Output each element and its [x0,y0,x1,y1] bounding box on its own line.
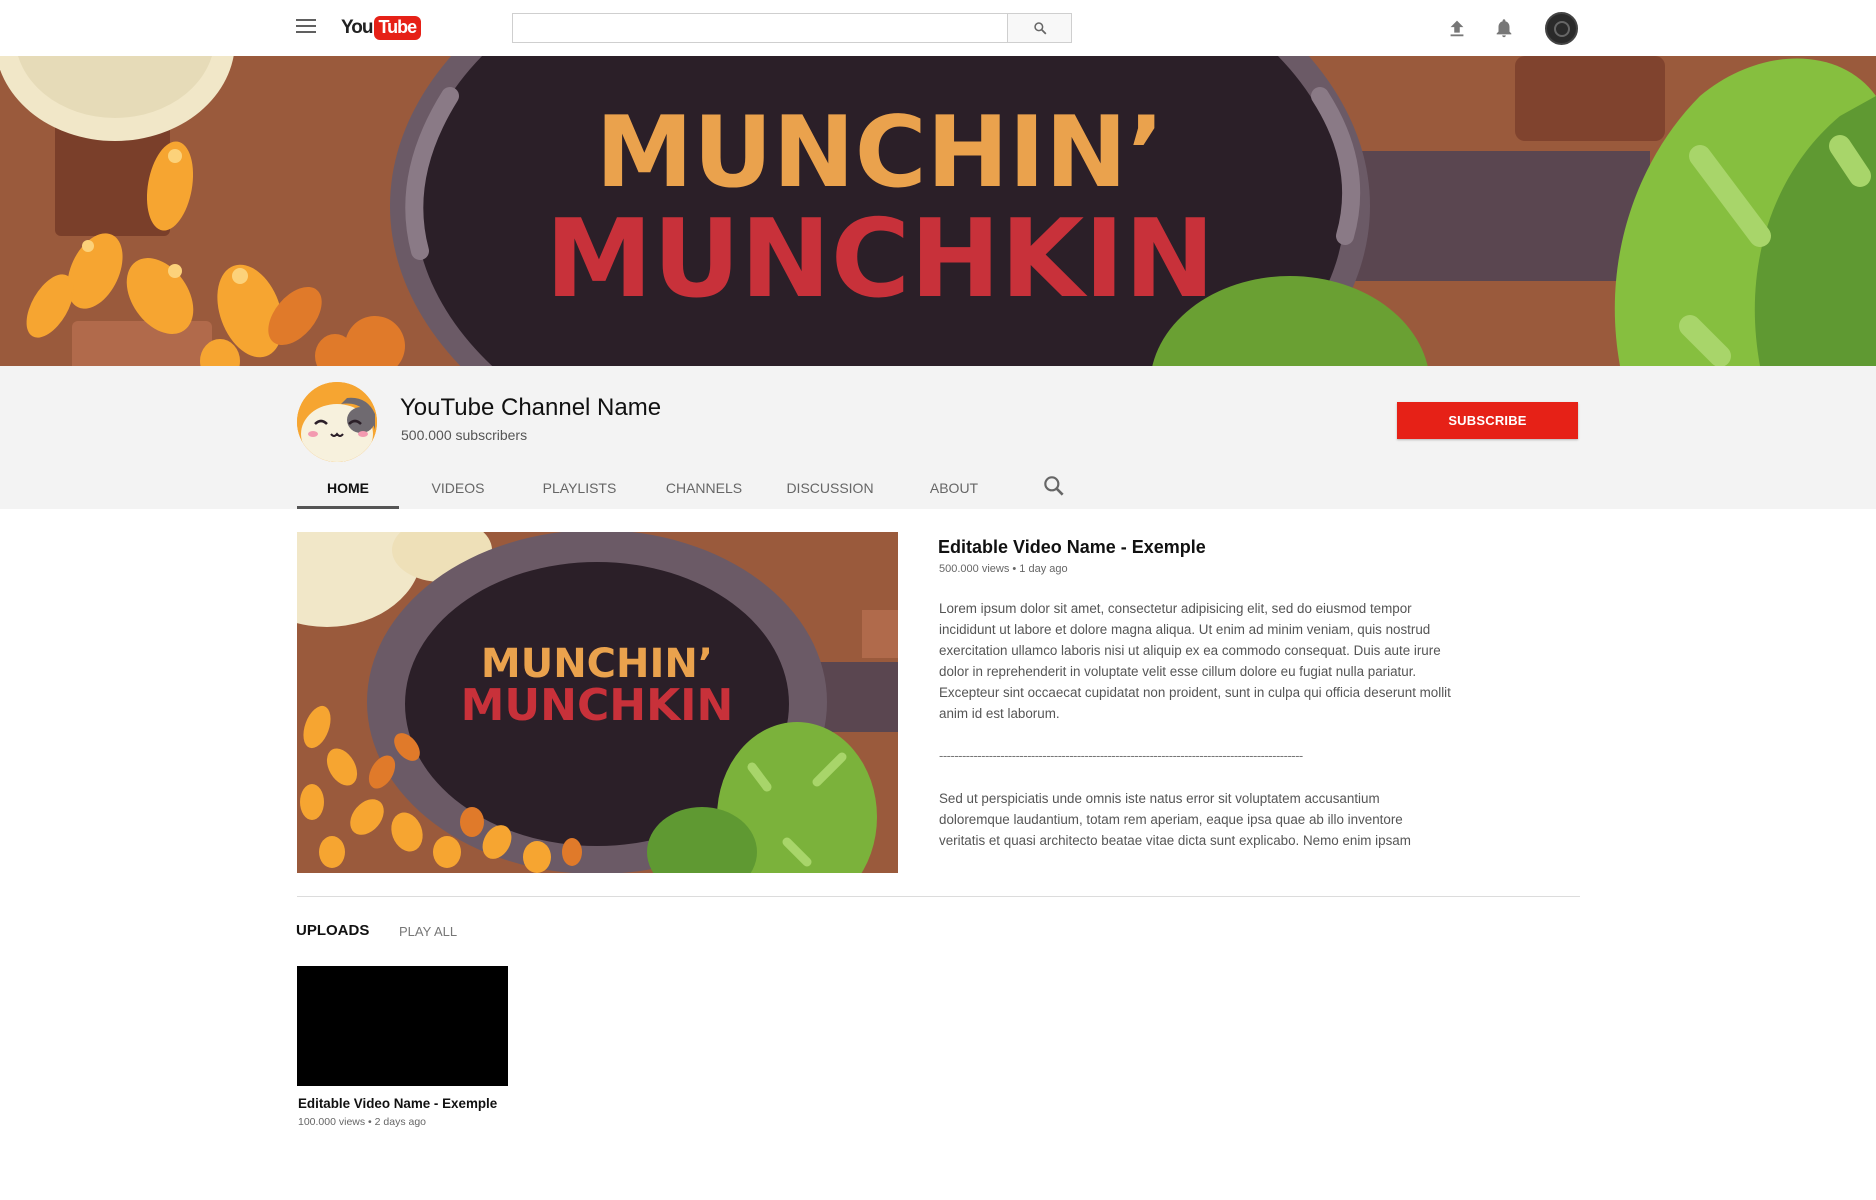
tab-videos[interactable]: VIDEOS [399,467,517,509]
logo-text-tube: Tube [374,16,422,40]
tab-home[interactable]: HOME [297,467,399,509]
upload-video-thumbnail[interactable] [297,966,508,1086]
banner-artwork: MUNCHIN’ MUNCHKIN [0,56,1876,366]
uploads-heading[interactable]: UPLOADS [296,922,369,939]
featured-video-description: Lorem ipsum dolor sit amet, consectetur … [939,601,1451,721]
section-divider [297,896,1580,897]
youtube-logo[interactable]: You Tube [341,16,422,40]
tab-discussion[interactable]: DISCUSSION [766,467,894,509]
channel-avatar[interactable] [297,382,377,462]
channel-banner: MUNCHIN’ MUNCHKIN [0,56,1876,366]
channel-header: YouTube Channel Name 500.000 subscribers… [0,366,1876,509]
channel-search-icon[interactable] [1041,473,1067,499]
channel-name: YouTube Channel Name [400,394,662,421]
top-bar: You Tube [0,0,1876,56]
tab-playlists[interactable]: PLAYLISTS [517,467,642,509]
account-avatar[interactable] [1545,12,1578,45]
upload-video-title[interactable]: Editable Video Name - Exemple [298,1096,497,1111]
featured-video-title[interactable]: Editable Video Name - Exemple [938,537,1206,558]
banner-title-line1: MUNCHIN’ [596,96,1165,210]
featured-thumbnail-artwork: MUNCHIN’ MUNCHKIN [297,532,898,873]
upload-video-meta: 100.000 views • 2 days ago [298,1116,427,1128]
search-icon [1033,22,1046,35]
subscriber-count: 500.000 subscribers [401,427,528,443]
cat-avatar-icon [297,382,377,462]
search-input[interactable] [512,13,1008,43]
subscribe-button[interactable]: SUBSCRIBE [1397,402,1578,439]
play-all-button[interactable]: PLAY ALL [399,924,457,939]
featured-video-meta: 500.000 views • 1 day ago [939,563,1068,575]
featured-video-thumbnail[interactable]: MUNCHIN’ MUNCHKIN [297,532,898,873]
tab-channels[interactable]: CHANNELS [642,467,766,509]
search-button[interactable] [1007,13,1072,43]
hamburger-menu-icon[interactable] [296,19,316,35]
notifications-bell-icon[interactable] [1493,16,1515,40]
channel-tabs: HOME VIDEOS PLAYLISTS CHANNELS DISCUSSIO… [297,467,1014,509]
upload-icon[interactable] [1446,17,1468,39]
featured-video-description-continued: Sed ut perspiciatis unde omnis iste natu… [939,791,1411,848]
description-divider: ----------------------------------------… [939,748,1303,763]
logo-text-you: You [341,17,374,38]
banner-title-line2: MUNCHKIN [545,197,1214,322]
tab-about[interactable]: ABOUT [894,467,1014,509]
thumbnail-title-line2: MUNCHKIN [461,680,734,731]
